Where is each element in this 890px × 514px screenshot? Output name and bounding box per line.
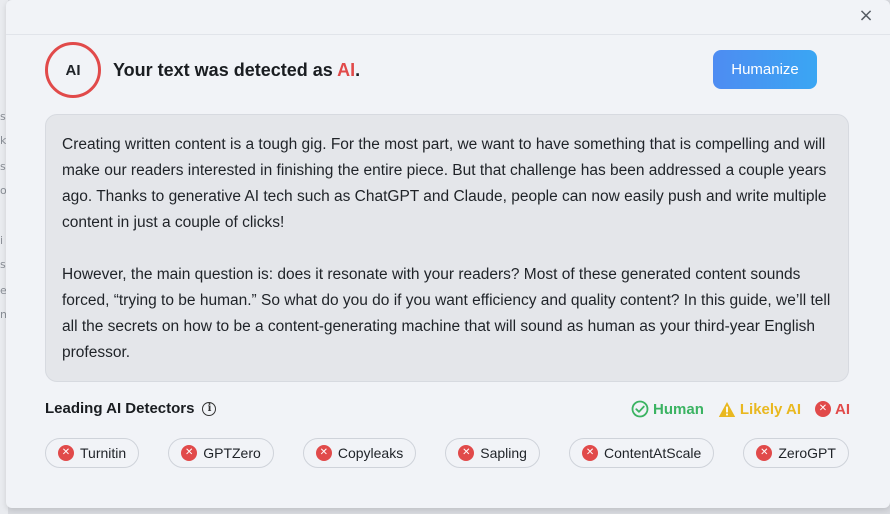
analyzed-text-box: Creating written content is a tough gig.… [45, 114, 849, 382]
detector-chip-contentatscale[interactable]: ✕ ContentAtScale [569, 438, 715, 468]
detector-chip-zerogpt[interactable]: ✕ ZeroGPT [743, 438, 849, 468]
x-circle-icon: ✕ [315, 445, 332, 461]
check-circle-icon [631, 400, 649, 418]
detector-name: Sapling [480, 445, 527, 461]
ai-badge-label: AI [65, 61, 81, 79]
x-circle-icon: ✕ [582, 445, 599, 461]
detector-chip-list: ✕ Turnitin ✕ GPTZero ✕ Copyleaks ✕ Sapli… [45, 438, 849, 468]
background-text-fragment: s [0, 110, 6, 123]
dialog-top-bar: × [6, 0, 890, 35]
result-title-prefix: Your text was detected as [113, 60, 338, 80]
detector-name: GPTZero [203, 445, 261, 461]
result-title-verdict: AI [337, 60, 356, 80]
detector-name: ContentAtScale [604, 445, 702, 461]
ai-detection-dialog: × AI Your text was detected as AI. Human… [6, 0, 890, 508]
background-text-fragment: i [0, 234, 4, 247]
detector-chip-turnitin[interactable]: ✕ Turnitin [45, 438, 140, 468]
legend-human: Human [631, 400, 704, 418]
result-title-suffix: . [355, 60, 361, 80]
x-circle-icon: ✕ [458, 445, 475, 461]
background-text-fragment: s [0, 258, 6, 271]
background-text-fragment: s [0, 160, 6, 173]
legend-ai: ✕ AI [815, 401, 850, 418]
legend-ai-label: AI [835, 400, 850, 418]
detector-chip-gptzero[interactable]: ✕ GPTZero [168, 438, 274, 468]
warning-icon [718, 401, 736, 417]
detector-chip-sapling[interactable]: ✕ Sapling [445, 438, 540, 468]
x-circle-icon: ✕ [181, 445, 198, 461]
analyzed-text-paragraph: Creating written content is a tough gig.… [62, 136, 827, 231]
analyzed-text-paragraph: However, the main question is: does it r… [62, 266, 831, 361]
legend-likely-ai-label: Likely AI [739, 400, 801, 418]
x-circle-icon: ✕ [815, 401, 831, 417]
x-circle-icon: ✕ [756, 445, 773, 461]
legend-human-label: Human [653, 400, 704, 418]
result-title: Your text was detected as AI. [113, 60, 360, 81]
info-icon[interactable]: i [202, 401, 217, 416]
detectors-title: Leading AI Detectors [45, 400, 195, 417]
close-icon[interactable]: × [856, 6, 876, 26]
humanize-button[interactable]: Humanize [713, 50, 817, 89]
legend-likely-ai: Likely AI [718, 401, 801, 418]
detector-chip-copyleaks[interactable]: ✕ Copyleaks [302, 438, 417, 468]
detector-name: Copyleaks [337, 445, 404, 461]
detector-name: Turnitin [80, 445, 127, 461]
detectors-heading: Leading AI Detectors i [45, 400, 217, 417]
detector-name: ZeroGPT [778, 445, 836, 461]
ai-result-badge: AI [45, 42, 101, 98]
detector-legend: Human Likely AI ✕ AI [631, 400, 850, 418]
x-circle-icon: ✕ [58, 445, 74, 461]
